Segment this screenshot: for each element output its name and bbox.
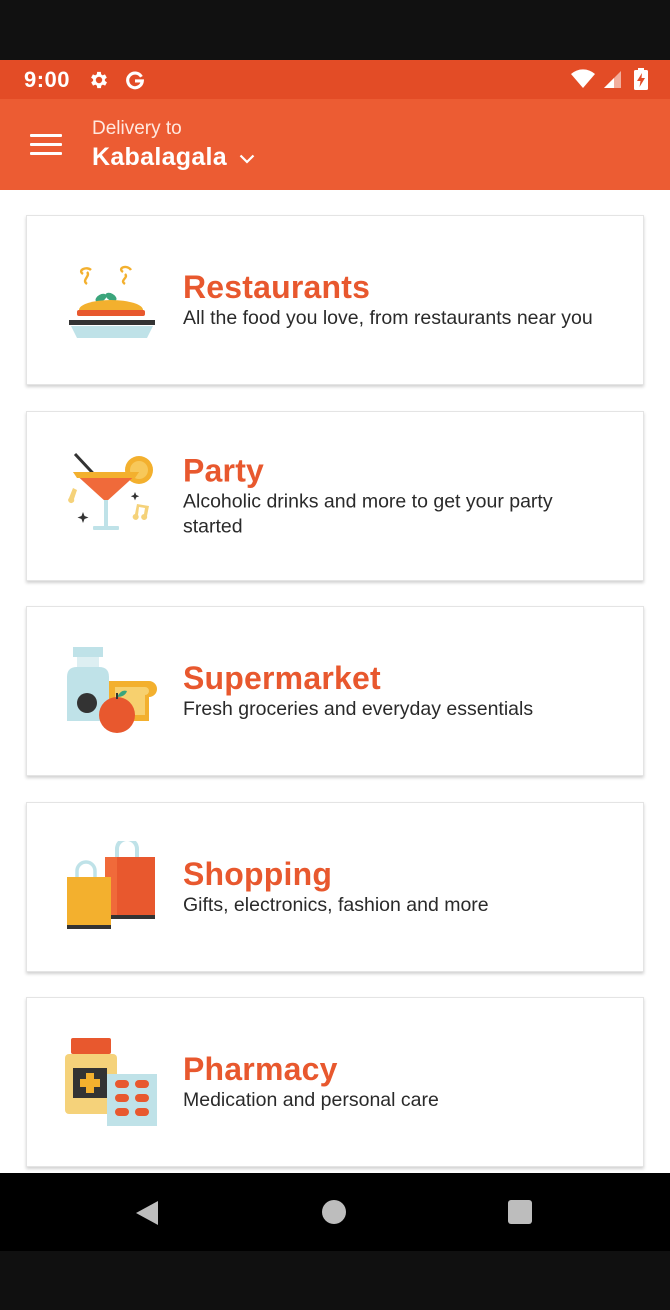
category-title: Pharmacy	[183, 1051, 338, 1087]
system-navigation-bar	[0, 1173, 670, 1251]
delivery-label: Delivery to	[92, 118, 182, 139]
cell-signal-icon	[602, 69, 622, 94]
chevron-down-icon	[239, 151, 255, 169]
category-description: Gifts, electronics, fashion and more	[183, 894, 489, 916]
cocktail-party-icon	[65, 450, 159, 544]
category-description: Fresh groceries and everyday essentials	[183, 698, 534, 720]
status-time: 9:00	[24, 66, 71, 92]
category-list: Restaurants All the food you love, from …	[0, 190, 670, 1173]
menu-button[interactable]	[28, 129, 64, 161]
category-description: Medication and personal care	[183, 1089, 439, 1111]
category-description: Alcoholic drinks and more to get your pa…	[183, 490, 553, 538]
restaurant-food-plate-icon	[65, 254, 159, 348]
category-title: Restaurants	[183, 269, 371, 305]
category-title: Supermarket	[183, 660, 381, 696]
category-card-pharmacy[interactable]: Pharmacy Medication and personal care	[26, 997, 644, 1167]
category-card-party[interactable]: Party Alcoholic drinks and more to get y…	[26, 411, 644, 581]
battery-charging-icon	[634, 68, 648, 95]
recents-icon[interactable]	[508, 1200, 532, 1224]
app-bar: Delivery to Kabalagala	[0, 99, 670, 190]
shopping-bags-icon	[65, 837, 159, 935]
category-card-supermarket[interactable]: Supermarket Fresh groceries and everyday…	[26, 606, 644, 776]
category-description: All the food you love, from restaurants …	[183, 307, 593, 329]
wifi-icon	[570, 69, 596, 94]
status-bar: 9:00	[0, 60, 670, 99]
category-card-restaurants[interactable]: Restaurants All the food you love, from …	[26, 215, 644, 385]
bottom-frame	[0, 1251, 670, 1310]
groceries-icon	[65, 645, 159, 739]
location-selector[interactable]: Kabalagala	[92, 143, 255, 172]
settings-gear-icon	[88, 69, 110, 91]
category-title: Shopping	[183, 856, 333, 892]
home-icon[interactable]	[322, 1200, 346, 1224]
google-g-icon	[124, 69, 146, 91]
category-title: Party	[183, 452, 265, 489]
top-frame	[0, 0, 670, 60]
location-name: Kabalagala	[92, 143, 228, 171]
pharmacy-pills-icon	[65, 1036, 159, 1130]
category-card-shopping[interactable]: Shopping Gifts, electronics, fashion and…	[26, 802, 644, 972]
back-icon[interactable]	[134, 1199, 160, 1232]
